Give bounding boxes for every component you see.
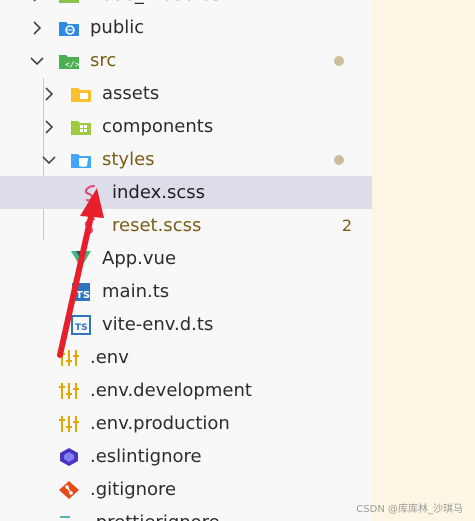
annotation-arrow xyxy=(57,188,104,358)
watermark: CSDN @库库林_沙琪马 xyxy=(356,504,463,515)
